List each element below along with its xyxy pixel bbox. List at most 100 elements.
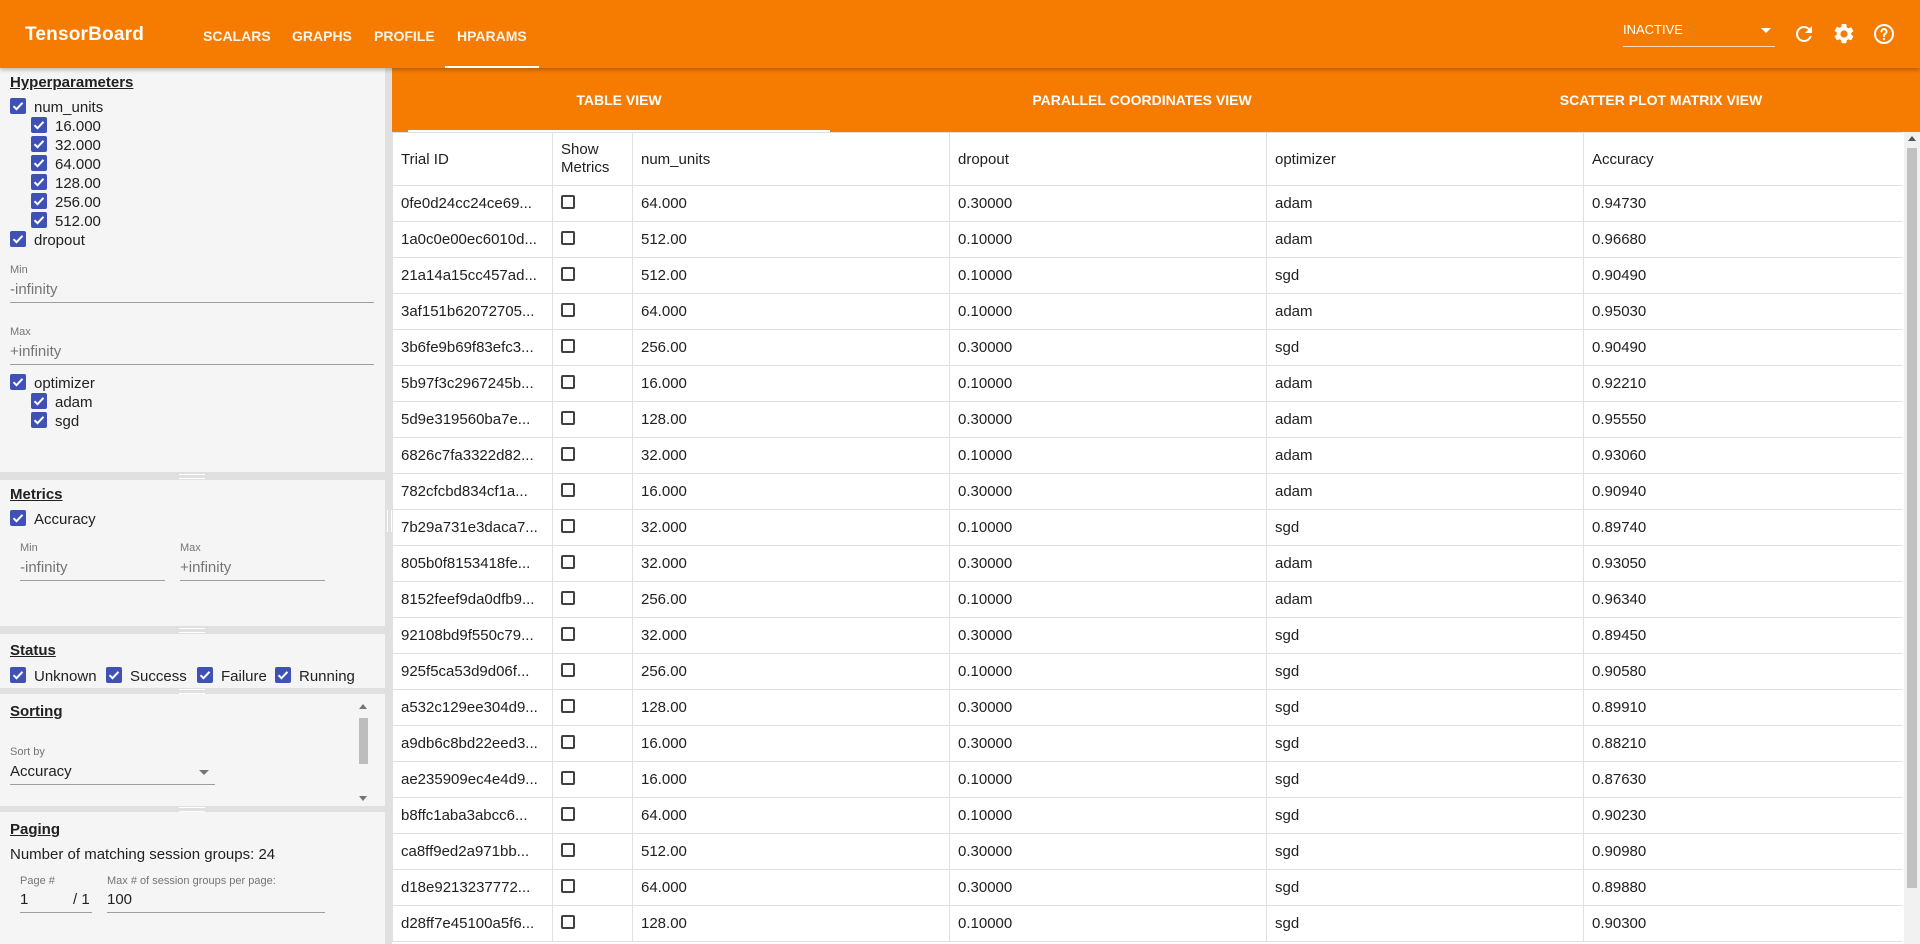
show-metrics-cell[interactable] — [552, 869, 633, 906]
show-metrics-checkbox[interactable] — [561, 518, 575, 533]
col-header-optimizer[interactable]: optimizer — [1266, 132, 1584, 186]
table-row[interactable]: 782cfcbd834cf1a... 16.000 0.30000 adam 0.909… — [392, 473, 1902, 510]
show-metrics-checkbox[interactable] — [561, 662, 575, 677]
show-metrics-cell[interactable] — [552, 653, 633, 690]
num-units-value-checkbox[interactable]: 512.00 — [31, 212, 101, 231]
table-row[interactable]: 21a14a15cc457ad... 512.00 0.10000 sgd 0.9049… — [392, 257, 1902, 294]
settings-gear-icon[interactable] — [1832, 22, 1856, 46]
tab-graphs[interactable]: GRAPHS — [292, 0, 352, 68]
show-metrics-checkbox[interactable] — [561, 842, 575, 857]
table-row[interactable]: 0fe0d24cc24ce69... 64.000 0.30000 adam 0.947… — [392, 185, 1902, 222]
show-metrics-cell[interactable] — [552, 185, 633, 222]
show-metrics-checkbox[interactable] — [561, 446, 575, 461]
show-metrics-cell[interactable] — [552, 257, 633, 294]
table-scrollbar[interactable] — [1904, 132, 1920, 944]
table-row[interactable]: 6826c7fa3322d82... 32.000 0.10000 adam 0.930… — [392, 437, 1902, 474]
show-metrics-checkbox[interactable] — [561, 266, 575, 281]
table-row[interactable]: 3af151b62072705... 64.000 0.10000 adam 0.950… — [392, 293, 1902, 330]
show-metrics-checkbox[interactable] — [561, 770, 575, 785]
col-header-accuracy[interactable]: Accuracy — [1583, 132, 1902, 186]
show-metrics-checkbox[interactable] — [561, 878, 575, 893]
panel-resize-handle[interactable] — [0, 626, 385, 634]
sorting-scrollbar[interactable] — [357, 702, 369, 804]
show-metrics-checkbox[interactable] — [561, 914, 575, 929]
table-row[interactable]: a532c129ee304d9... 128.00 0.30000 sgd 0.8991… — [392, 689, 1902, 726]
table-row[interactable]: ca8ff9ed2a971bb... 512.00 0.30000 sgd 0.9098… — [392, 833, 1902, 870]
table-row[interactable]: 92108bd9f550c79... 32.000 0.30000 sgd 0.8945… — [392, 617, 1902, 654]
show-metrics-checkbox[interactable] — [561, 194, 575, 209]
status-unknown-checkbox[interactable]: Unknown — [10, 667, 97, 686]
optimizer-checkbox[interactable]: optimizer — [10, 374, 95, 393]
table-row[interactable]: ae235909ec4e4d9... 16.000 0.10000 sgd 0.8763… — [392, 761, 1902, 798]
scroll-thumb[interactable] — [1907, 148, 1917, 888]
show-metrics-checkbox[interactable] — [561, 590, 575, 605]
col-header-num-units[interactable]: num_units — [632, 132, 950, 186]
show-metrics-checkbox[interactable] — [561, 230, 575, 245]
page-number-input[interactable]: 1 / 1 — [20, 890, 92, 913]
show-metrics-cell[interactable] — [552, 581, 633, 618]
table-row[interactable]: 5b97f3c2967245b... 16.000 0.10000 adam 0.922… — [392, 365, 1902, 402]
num-units-value-checkbox[interactable]: 32.000 — [31, 136, 101, 155]
metric-max-input[interactable]: +infinity — [180, 558, 325, 581]
show-metrics-checkbox[interactable] — [561, 410, 575, 425]
table-row[interactable]: d28ff7e45100a5f6... 128.00 0.10000 sgd 0.903… — [392, 905, 1902, 942]
show-metrics-checkbox[interactable] — [561, 302, 575, 317]
show-metrics-checkbox[interactable] — [561, 626, 575, 641]
show-metrics-cell[interactable] — [552, 617, 633, 654]
table-row[interactable]: 8152feef9da0dfb9... 256.00 0.10000 adam 0.96… — [392, 581, 1902, 618]
status-running-checkbox[interactable]: Running — [275, 667, 355, 686]
show-metrics-checkbox[interactable] — [561, 806, 575, 821]
show-metrics-checkbox[interactable] — [561, 698, 575, 713]
table-row[interactable]: d18e9213237772... 64.000 0.30000 sgd 0.89880 — [392, 869, 1902, 906]
scroll-thumb[interactable] — [359, 718, 368, 764]
tab-hparams[interactable]: HPARAMS — [445, 0, 539, 68]
show-metrics-cell[interactable] — [552, 905, 633, 942]
show-metrics-cell[interactable] — [552, 725, 633, 762]
dropout-max-input[interactable]: +infinity — [10, 342, 374, 365]
dropout-min-input[interactable]: -infinity — [10, 280, 374, 303]
max-groups-input[interactable]: 100 — [107, 890, 325, 913]
optimizer-value-checkbox[interactable]: adam — [31, 393, 93, 412]
sidebar-resize-handle[interactable] — [385, 68, 392, 944]
status-failure-checkbox[interactable]: Failure — [197, 667, 267, 686]
metric-min-input[interactable]: -infinity — [20, 558, 165, 581]
scroll-down-arrow-icon[interactable] — [359, 796, 367, 801]
show-metrics-cell[interactable] — [552, 329, 633, 366]
show-metrics-checkbox[interactable] — [561, 482, 575, 497]
col-header-dropout[interactable]: dropout — [949, 132, 1267, 186]
show-metrics-cell[interactable] — [552, 437, 633, 474]
show-metrics-cell[interactable] — [552, 221, 633, 258]
panel-resize-handle[interactable] — [0, 472, 385, 480]
table-row[interactable]: 5d9e319560ba7e... 128.00 0.30000 adam 0.9555… — [392, 401, 1902, 438]
tab-profile[interactable]: PROFILE — [374, 0, 435, 68]
show-metrics-cell[interactable] — [552, 401, 633, 438]
scroll-up-arrow-icon[interactable] — [359, 704, 367, 709]
show-metrics-cell[interactable] — [552, 293, 633, 330]
num-units-checkbox[interactable]: num_units — [10, 98, 103, 117]
table-row[interactable]: 925f5ca53d9d06f... 256.00 0.10000 sgd 0.9058… — [392, 653, 1902, 690]
run-status-dropdown[interactable]: INACTIVE — [1623, 22, 1775, 47]
show-metrics-cell[interactable] — [552, 365, 633, 402]
tab-parallel-coordinates-view[interactable]: PARALLEL COORDINATES VIEW — [882, 68, 1402, 132]
scroll-up-arrow-icon[interactable] — [1908, 136, 1916, 141]
col-header-show-metrics[interactable]: Show Metrics — [552, 132, 633, 186]
accuracy-checkbox[interactable]: Accuracy — [10, 510, 96, 529]
show-metrics-checkbox[interactable] — [561, 374, 575, 389]
tab-scatter-plot-matrix-view[interactable]: SCATTER PLOT MATRIX VIEW — [1402, 68, 1920, 132]
num-units-value-checkbox[interactable]: 128.00 — [31, 174, 101, 193]
show-metrics-checkbox[interactable] — [561, 734, 575, 749]
dropout-checkbox[interactable]: dropout — [10, 231, 85, 250]
num-units-value-checkbox[interactable]: 64.000 — [31, 155, 101, 174]
show-metrics-checkbox[interactable] — [561, 338, 575, 353]
table-row[interactable]: 1a0c0e00ec6010d... 512.00 0.10000 adam 0.966… — [392, 221, 1902, 258]
table-row[interactable]: a9db6c8bd22eed3... 16.000 0.30000 sgd 0.8821… — [392, 725, 1902, 762]
show-metrics-cell[interactable] — [552, 509, 633, 546]
col-header-trial-id[interactable]: Trial ID — [392, 132, 553, 186]
show-metrics-cell[interactable] — [552, 545, 633, 582]
tab-table-view[interactable]: TABLE VIEW — [408, 68, 830, 132]
status-success-checkbox[interactable]: Success — [106, 667, 187, 686]
show-metrics-cell[interactable] — [552, 761, 633, 798]
table-row[interactable]: 3b6fe9b69f83efc3... 256.00 0.30000 sgd 0.904… — [392, 329, 1902, 366]
sort-by-dropdown[interactable]: Accuracy — [10, 762, 215, 785]
show-metrics-cell[interactable] — [552, 833, 633, 870]
